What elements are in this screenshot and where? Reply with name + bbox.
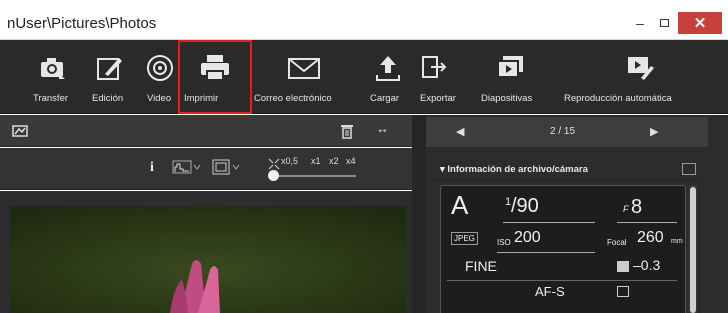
focal-value: 260 <box>637 229 664 246</box>
transfer-button[interactable]: Transfer <box>30 40 80 114</box>
info-scrollbar[interactable] <box>689 185 697 313</box>
edit-button[interactable]: Edición <box>90 40 134 114</box>
info-scrollbar-thumb[interactable] <box>690 187 696 313</box>
video-label: Video <box>147 93 172 104</box>
video-icon <box>142 50 178 86</box>
adjust-icon[interactable] <box>12 123 28 142</box>
next-image-button[interactable]: ▶ <box>650 125 658 138</box>
iso-value: 200 <box>514 229 541 246</box>
rotate-icon[interactable]: ↔ <box>376 121 389 136</box>
slideshow-label: Diapositivas <box>481 93 533 104</box>
shutter-speed: /90 <box>511 195 539 217</box>
zoom-slider-thumb[interactable] <box>268 170 279 181</box>
zoom-1-label[interactable]: x1 <box>311 156 321 166</box>
email-label: Correo electrónico <box>254 93 332 104</box>
iso-prefix: ISO <box>497 238 511 247</box>
printer-icon <box>197 50 233 86</box>
zoom-050-label[interactable]: x0,5 <box>281 156 298 166</box>
print-button[interactable]: Imprimir <box>178 40 252 114</box>
zoom-2-label[interactable]: x2 <box>329 156 339 166</box>
edit-label: Edición <box>92 93 124 104</box>
previous-image-button[interactable]: ◀ <box>456 125 464 138</box>
title-bar: nUser\Pictures\Photos – ✕ <box>0 0 728 40</box>
maximize-button[interactable] <box>653 12 675 34</box>
viewer-header: ↔ <box>0 115 412 147</box>
histogram-icon[interactable] <box>172 160 202 179</box>
shutter-underline <box>503 222 595 223</box>
image-pager: ◀ 2 / 15 ▶ <box>426 117 708 147</box>
aperture-value: 8 <box>631 196 643 218</box>
export-button[interactable]: Exportar <box>416 40 464 114</box>
maximize-icon <box>659 19 669 27</box>
autoplay-button[interactable]: Reproducción automática <box>560 40 726 114</box>
shooting-mode: A <box>451 190 469 220</box>
autoplay-icon <box>620 50 660 86</box>
edit-icon <box>92 50 128 86</box>
upload-label: Cargar <box>370 93 400 104</box>
print-label: Imprimir <box>184 93 219 104</box>
trash-icon[interactable] <box>340 123 354 144</box>
photo-preview <box>10 206 406 313</box>
export-label: Exportar <box>420 93 456 104</box>
minimize-button[interactable]: – <box>629 12 651 34</box>
autoplay-label: Reproducción automática <box>564 93 672 104</box>
file-camera-info-header[interactable]: ▾ Información de archivo/cámara <box>434 160 700 180</box>
slideshow-icon <box>492 50 528 86</box>
upload-icon <box>370 50 406 86</box>
exposure-compensation-value: –0.3 <box>633 257 661 273</box>
main-toolbar: Transfer Edición Video Imprimir Correo e… <box>0 40 728 114</box>
panel-divider[interactable] <box>412 115 426 313</box>
camera-transfer-icon <box>36 50 72 86</box>
file-camera-info-title-text: Información de archivo/cámara <box>447 164 588 175</box>
viewer-subtoolbar: i x0,5 x1 x2 x4 <box>0 148 412 190</box>
focal-unit: mm <box>671 238 683 245</box>
file-camera-info-title: ▾ Información de archivo/cámara <box>440 164 588 175</box>
video-button[interactable]: Video <box>142 40 182 114</box>
mail-icon <box>284 50 324 86</box>
iso-underline <box>497 252 595 253</box>
panel-options-icon[interactable] <box>682 163 696 175</box>
export-icon <box>416 50 452 86</box>
flower-image <box>10 206 406 313</box>
window-title: nUser\Pictures\Photos <box>7 15 157 32</box>
grid-view-icon[interactable] <box>212 159 242 180</box>
focal-prefix: Focal <box>607 238 627 247</box>
slideshow-button[interactable]: Diapositivas <box>476 40 554 114</box>
email-button[interactable]: Correo electrónico <box>254 40 364 114</box>
camera-settings-box: A 1 /90 F 8 JPEG ISO 200 Focal 260 mm FI… <box>440 185 686 313</box>
aperture-prefix: F <box>623 204 629 214</box>
af-area-icon <box>617 286 629 297</box>
zoom-4-label[interactable]: x4 <box>346 156 356 166</box>
info-icon[interactable]: i <box>150 160 154 176</box>
focus-mode: AF-S <box>535 284 565 299</box>
zoom-slider-track[interactable] <box>272 175 356 177</box>
image-counter: 2 / 15 <box>550 126 576 137</box>
transfer-label: Transfer <box>33 93 69 104</box>
close-button[interactable]: ✕ <box>678 12 722 34</box>
exposure-compensation-icon <box>617 261 629 272</box>
aperture-underline <box>617 222 677 223</box>
info-separator <box>447 280 677 281</box>
format-badge: JPEG <box>451 232 478 245</box>
image-quality: FINE <box>465 258 497 274</box>
upload-button[interactable]: Cargar <box>366 40 412 114</box>
